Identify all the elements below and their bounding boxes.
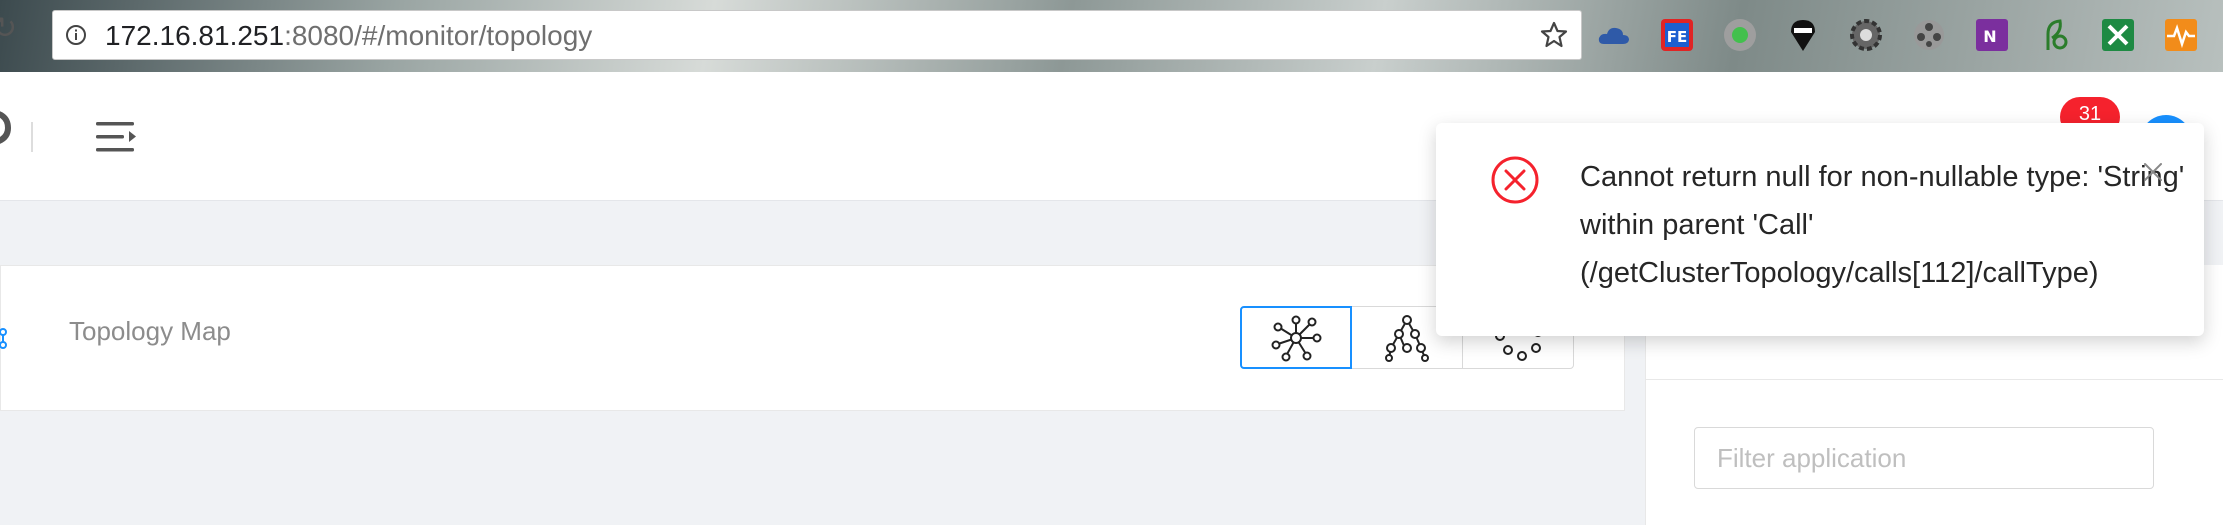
filter-application-input[interactable]: [1694, 427, 2154, 489]
close-icon[interactable]: [2142, 161, 2164, 183]
logo-icon[interactable]: [0, 108, 14, 148]
pulse-icon[interactable]: [2163, 17, 2199, 53]
info-icon[interactable]: [65, 24, 87, 46]
url-path: :8080/#/monitor/topology: [284, 20, 593, 51]
gear-icon[interactable]: [1848, 17, 1884, 53]
address-bar[interactable]: 172.16.81.251:8080/#/monitor/topology: [52, 10, 1582, 60]
film-icon[interactable]: [1911, 17, 1947, 53]
side-divider: [1645, 379, 2223, 380]
error-notification: Cannot return null for non-nullable type…: [1436, 123, 2204, 336]
excel-icon[interactable]: [2100, 17, 2136, 53]
menu-toggle-icon[interactable]: [96, 118, 138, 156]
leaf-icon[interactable]: [2037, 17, 2073, 53]
svg-text:N: N: [1983, 27, 1996, 46]
force-layout-icon: [1271, 315, 1322, 361]
header-divider: [31, 122, 33, 152]
cloud-icon[interactable]: [1596, 17, 1632, 53]
bookmark-star-icon[interactable]: [1539, 20, 1569, 50]
reload-icon[interactable]: ↻: [0, 14, 22, 44]
record-icon[interactable]: [1722, 17, 1758, 53]
url-host: 172.16.81.251: [105, 20, 285, 51]
force-layout-button[interactable]: [1240, 306, 1352, 369]
extension-bar: FE N: [1596, 12, 2223, 58]
onenote-icon[interactable]: N: [1974, 17, 2010, 53]
fe-icon[interactable]: FE: [1659, 17, 1695, 53]
notification-message: Cannot return null for non-nullable type…: [1580, 161, 2185, 289]
tree-layout-icon: [1385, 314, 1429, 362]
url-text[interactable]: 172.16.81.251:8080/#/monitor/topology: [105, 19, 592, 53]
error-icon: [1491, 156, 1539, 204]
svg-text:FE: FE: [1667, 28, 1688, 46]
topology-icon: [0, 328, 7, 349]
spy-icon[interactable]: [1785, 17, 1821, 53]
page-title: Topology Map: [69, 316, 231, 346]
browser-toolbar: ↻ 172.16.81.251:8080/#/monitor/topology …: [0, 0, 2223, 72]
